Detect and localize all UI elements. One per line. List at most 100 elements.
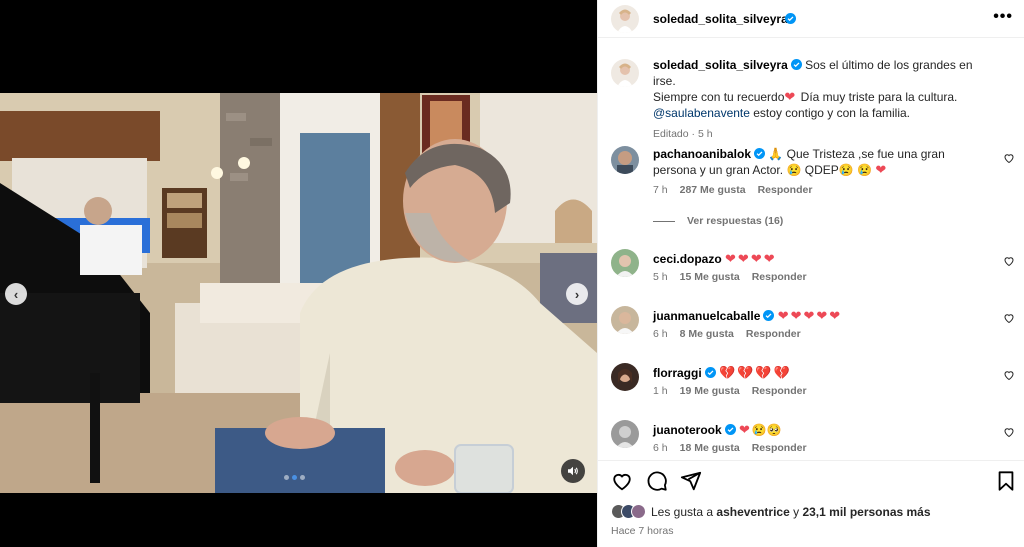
caption-line-3: estoy contigo y con la familia.	[749, 106, 910, 120]
crying-face-emoji-icon: 😢	[857, 163, 873, 177]
caption-time: 5 h	[697, 128, 713, 140]
mention-link[interactable]: @saulabenavente	[653, 106, 750, 120]
heart-outline-icon[interactable]	[1003, 369, 1015, 381]
comments-section: soledad_solita_silveyra Sos el último de…	[598, 40, 1024, 460]
reply-button[interactable]: Responder	[746, 328, 801, 340]
caption-text: soledad_solita_silveyra Sos el último de…	[653, 57, 998, 142]
commenter-username[interactable]: juanmanuelcaballe	[653, 309, 760, 323]
author-avatar[interactable]	[611, 5, 639, 33]
verified-badge-icon	[704, 367, 716, 378]
verified-badge-icon	[785, 13, 796, 24]
previous-image-button[interactable]: ‹	[5, 283, 27, 305]
comment-body: florraggi 💔💔💔💔	[653, 365, 983, 381]
post-details-panel: soledad_solita_silveyra ••• soledad_soli…	[597, 0, 1024, 547]
crying-face-emoji-icon: 😢	[838, 163, 854, 177]
liker-avatar	[631, 504, 646, 519]
heart-emoji-icon: ❤	[875, 162, 889, 177]
heart-outline-icon[interactable]	[1003, 312, 1015, 324]
comment-bubble-icon[interactable]	[646, 470, 668, 492]
comment-body: pachanoanibalok 🙏 Que Tristeza ,se fue u…	[653, 146, 983, 178]
reply-button[interactable]: Responder	[752, 442, 807, 454]
verified-badge-icon	[790, 59, 802, 70]
commenter-username[interactable]: juanoterook	[653, 423, 722, 437]
commenter-avatar[interactable]	[611, 146, 639, 174]
comment-meta: 6 h 8 Me gusta Responder	[653, 328, 801, 340]
heart-emoji-icon: ❤❤❤❤❤	[777, 308, 843, 323]
crying-face-emoji-icon: 😢	[786, 163, 802, 177]
comment-likes[interactable]: 15 Me gusta	[680, 271, 740, 283]
replies-divider	[653, 220, 675, 222]
heart-outline-icon[interactable]	[1003, 426, 1015, 438]
post-media: ‹ ›	[0, 0, 597, 547]
comment-body: juanoterook ❤😢🥺	[653, 422, 983, 438]
comment-time: 1 h	[653, 385, 668, 397]
broken-heart-emoji-icon: 💔💔💔💔	[719, 365, 792, 380]
comment-time: 6 h	[653, 328, 668, 340]
next-image-button[interactable]: ›	[566, 283, 588, 305]
caption-line-2b: Día muy triste para la cultura.	[797, 90, 958, 104]
heart-outline-icon[interactable]	[1003, 152, 1015, 164]
like-heart-icon[interactable]	[611, 470, 633, 492]
view-replies-label: Ver respuestas (16)	[687, 215, 784, 227]
commenter-username[interactable]: ceci.dopazo	[653, 252, 722, 266]
verified-badge-icon	[724, 424, 736, 435]
commenter-username[interactable]: pachanoanibalok	[653, 147, 751, 161]
commenter-avatar[interactable]	[611, 363, 639, 391]
comment-meta: 7 h 287 Me gusta Responder	[653, 184, 812, 196]
commenter-avatar[interactable]	[611, 420, 639, 448]
liker-username[interactable]: asheventrice	[716, 505, 789, 519]
carousel-dot	[284, 475, 289, 480]
comment-text-2: y un gran Actor.	[699, 163, 784, 177]
comment-meta: 5 h 15 Me gusta Responder	[653, 271, 807, 283]
likes-summary[interactable]: Les gusta a asheventrice y 23,1 mil pers…	[611, 504, 931, 519]
comment-likes[interactable]: 8 Me gusta	[680, 328, 734, 340]
comment-body: ceci.dopazo ❤❤❤❤	[653, 251, 983, 267]
reply-button[interactable]: Responder	[752, 385, 807, 397]
likes-prefix: Les gusta a	[651, 504, 717, 519]
caption-line-2: Siempre con tu recuerdo	[653, 90, 785, 104]
comment-text-3: QDEP	[804, 163, 839, 177]
reply-button[interactable]: Responder	[758, 184, 813, 196]
post-photo	[0, 93, 597, 493]
likes-text: Les gusta a asheventrice y 23,1 mil pers…	[651, 505, 931, 519]
caption-avatar[interactable]	[611, 59, 639, 87]
comment-time: 7 h	[653, 184, 668, 196]
heart-outline-icon[interactable]	[1003, 255, 1015, 267]
reply-button[interactable]: Responder	[752, 271, 807, 283]
comment-time: 6 h	[653, 442, 668, 454]
comment-meta: 1 h 19 Me gusta Responder	[653, 385, 807, 397]
heart-emoji-icon: ❤	[784, 89, 798, 104]
caption-username[interactable]: soledad_solita_silveyra	[653, 58, 788, 72]
edited-label: Editado	[653, 128, 689, 140]
comment-likes[interactable]: 18 Me gusta	[680, 442, 740, 454]
post-timestamp: Hace 7 horas	[611, 525, 674, 537]
likes-middle: y	[789, 504, 803, 519]
carousel-dot	[300, 475, 305, 480]
post-header: soledad_solita_silveyra •••	[598, 0, 1024, 38]
save-bookmark-icon[interactable]	[995, 470, 1017, 492]
commenter-avatar[interactable]	[611, 306, 639, 334]
commenter-avatar[interactable]	[611, 249, 639, 277]
carousel-indicator	[284, 475, 305, 480]
heart-emoji-icon: ❤	[739, 422, 752, 437]
crying-face-emoji-icon: 😢🥺	[751, 423, 782, 437]
commenter-username[interactable]: florraggi	[653, 366, 702, 380]
verified-badge-icon	[763, 310, 775, 321]
comment-body: juanmanuelcaballe ❤❤❤❤❤	[653, 308, 983, 324]
comment-likes[interactable]: 19 Me gusta	[680, 385, 740, 397]
comment-meta: 6 h 18 Me gusta Responder	[653, 442, 807, 454]
verified-badge-icon	[754, 148, 766, 159]
likes-count[interactable]: 23,1 mil personas más	[802, 505, 930, 519]
heart-emoji-icon: ❤❤❤❤	[725, 251, 777, 266]
comment-likes[interactable]: 287 Me gusta	[680, 184, 746, 196]
carousel-dot-active	[292, 475, 297, 480]
caption-meta: Editado · 5 h	[653, 128, 713, 140]
mute-audio-button[interactable]	[561, 459, 585, 483]
pleading-face-emoji-icon: 🙏	[768, 147, 784, 161]
author-username[interactable]: soledad_solita_silveyra	[653, 12, 788, 26]
more-options-icon[interactable]: •••	[993, 8, 1013, 26]
comment-time: 5 h	[653, 271, 668, 283]
share-paper-plane-icon[interactable]	[680, 470, 702, 492]
post-action-bar	[598, 460, 1024, 500]
view-replies-button[interactable]: Ver respuestas (16)	[653, 215, 783, 227]
